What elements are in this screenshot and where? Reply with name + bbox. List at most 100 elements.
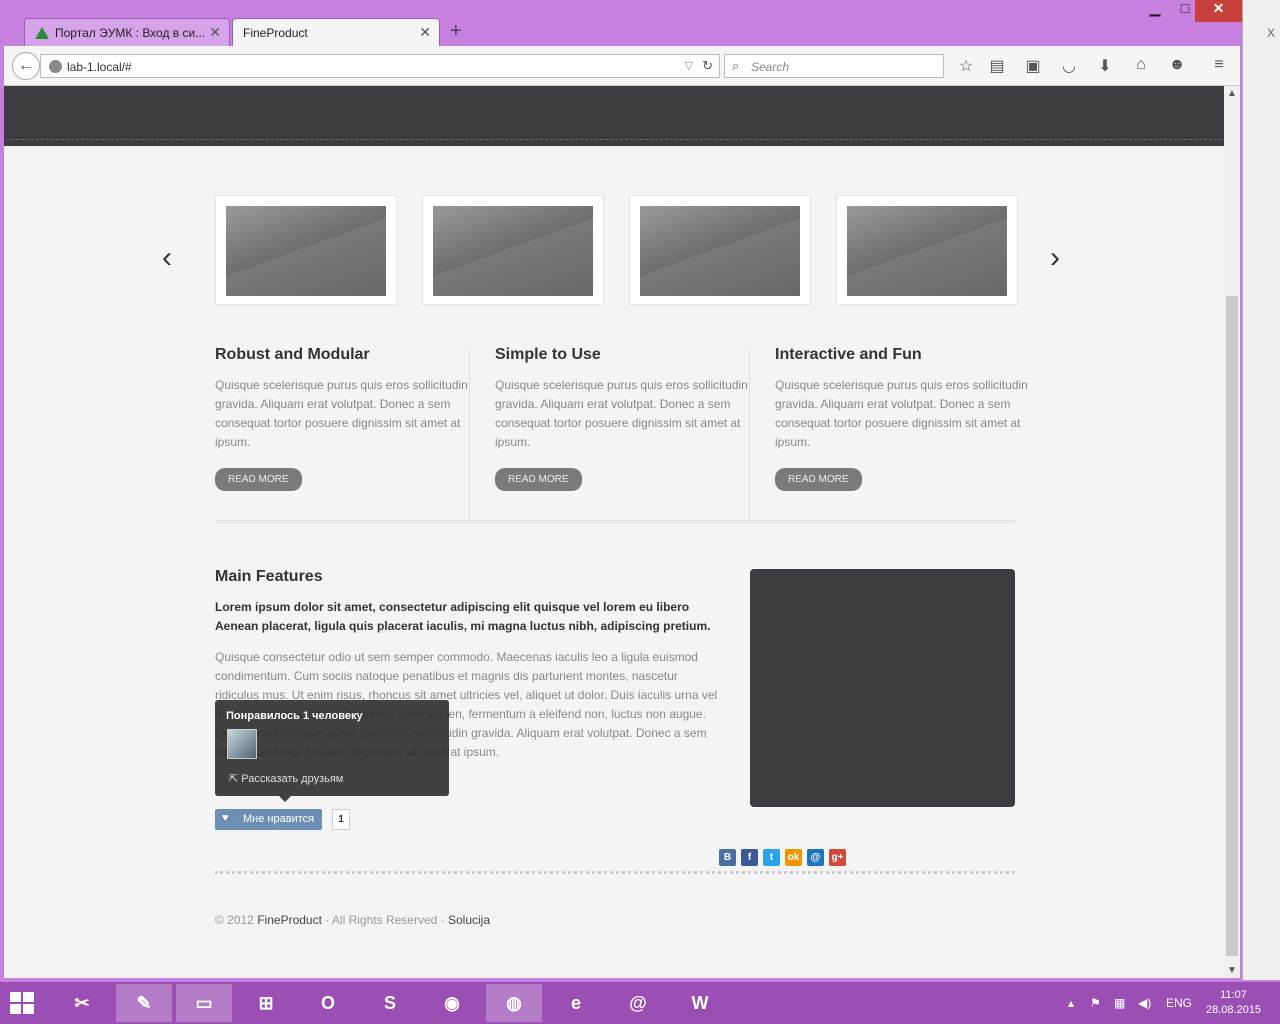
footer-rights: · All Rights Reserved · — [321, 913, 448, 927]
footer: © 2012 FineProduct · All Rights Reserved… — [215, 913, 490, 927]
like-popup-title: Понравилось 1 человеку — [226, 710, 363, 722]
tab-close-icon[interactable]: ✕ — [209, 24, 221, 41]
portal-favicon-icon — [35, 27, 49, 39]
clock-time: 11:07 — [1220, 989, 1247, 1001]
tab-close-icon[interactable]: ✕ — [419, 24, 431, 41]
footer-copyright: © 2012 — [215, 913, 258, 927]
hello-icon[interactable]: ☻ — [1167, 56, 1187, 76]
facebook-share-icon[interactable]: f — [741, 849, 758, 866]
language-indicator[interactable]: ENG — [1166, 996, 1192, 1010]
vk-share-icon[interactable]: B — [719, 849, 736, 866]
page-scrollbar[interactable]: ▲ ▼ — [1224, 86, 1240, 978]
volume-icon[interactable]: ◀) — [1138, 996, 1151, 1010]
thumbnail-image — [640, 206, 800, 296]
menu-icon[interactable]: ≡ — [1209, 56, 1229, 76]
odnoklassniki-share-icon[interactable]: ok — [785, 849, 802, 866]
like-popup: Понравилось 1 человеку ⇱ Рассказать друз… — [215, 700, 449, 802]
url-text: lab-1.local/# — [67, 60, 132, 74]
bookmark-star-icon[interactable]: ☆ — [956, 56, 976, 76]
firefox-app-icon[interactable]: ◍ — [486, 984, 542, 1022]
url-bar[interactable]: lab-1.local/# ▽ ↻ — [40, 54, 720, 78]
avatar[interactable] — [227, 729, 257, 759]
windows-logo-icon — [10, 1004, 21, 1014]
column-title: Robust and Modular — [215, 346, 370, 363]
tab-bar: Портал ЭУМК : Вход в си... ✕ FineProduct… — [0, 0, 1242, 46]
mailru-share-icon[interactable]: @ — [807, 849, 824, 866]
start-button[interactable] — [10, 992, 34, 1014]
paint-app-icon[interactable]: ✂ — [54, 984, 110, 1022]
carousel-thumbnail[interactable] — [215, 195, 397, 305]
header-dashed-line — [6, 139, 1222, 140]
like-count: 1 — [332, 809, 350, 830]
share-icon: ⇱ — [229, 773, 242, 785]
tray-expand-icon[interactable]: ▴ — [1068, 996, 1074, 1010]
word-app-icon[interactable]: W — [672, 984, 728, 1022]
like-button[interactable]: ♥ Мне нравится — [215, 809, 322, 830]
network-icon[interactable]: ▦ — [1114, 996, 1125, 1010]
skype-app-icon[interactable]: S — [362, 984, 418, 1022]
home-icon[interactable]: ⌂ — [1131, 56, 1151, 76]
read-more-button[interactable]: READ MORE — [495, 468, 582, 491]
chrome-app-icon[interactable]: ◉ — [424, 984, 480, 1022]
footer-brand-link[interactable]: FineProduct — [257, 913, 322, 927]
nav-toolbar: ← lab-1.local/# ▽ ↻ ⌕ Search ☆ ▤ ▣ ◡ ⬇ ⌂… — [4, 46, 1240, 86]
reload-icon[interactable]: ↻ — [702, 58, 713, 74]
windows-logo-icon — [23, 1004, 34, 1014]
network-app-icon[interactable]: ⊞ — [238, 984, 294, 1022]
column-text: Quisque scelerisque purus quis eros soll… — [495, 378, 748, 449]
outlook-app-icon[interactable]: O — [300, 984, 356, 1022]
explorer-app-icon[interactable]: ▭ — [176, 984, 232, 1022]
history-dropdown-icon[interactable]: ▽ — [685, 59, 693, 72]
tab-label: FineProduct — [243, 26, 308, 40]
carousel-thumbnail[interactable] — [836, 195, 1018, 305]
search-input[interactable]: ⌕ Search — [724, 54, 944, 78]
column-divider — [469, 348, 470, 520]
share-link[interactable]: ⇱ Рассказать друзьям — [229, 772, 343, 785]
column-text: Quisque scelerisque purus quis eros soll… — [775, 378, 1028, 449]
scrollbar-thumb[interactable] — [1226, 296, 1238, 956]
ie-app-icon[interactable]: e — [548, 984, 604, 1022]
back-button[interactable]: ← — [12, 52, 40, 80]
read-more-button[interactable]: READ MORE — [775, 468, 862, 491]
close-window-button[interactable]: ✕ — [1195, 0, 1242, 22]
notepad-app-icon[interactable]: ✎ — [116, 984, 172, 1022]
share-label: Рассказать друзьям — [241, 773, 344, 785]
read-more-button[interactable]: READ MORE — [215, 468, 302, 491]
carousel-prev-button[interactable]: ‹ — [162, 241, 172, 275]
features-title: Main Features — [215, 568, 323, 585]
popup-arrow — [279, 796, 291, 802]
scroll-up-icon[interactable]: ▲ — [1227, 88, 1237, 99]
tab-label: Портал ЭУМК : Вход в си... — [55, 26, 206, 40]
column-text: Quisque scelerisque purus quis eros soll… — [215, 378, 468, 449]
close-icon[interactable]: X — [1267, 26, 1275, 40]
flag-icon[interactable]: ⚑ — [1090, 996, 1101, 1010]
reader-icon[interactable]: ▣ — [1023, 56, 1043, 76]
tab-portal[interactable]: Портал ЭУМК : Вход в си... ✕ — [24, 18, 230, 46]
thumbnail-image — [847, 206, 1007, 296]
download-icon[interactable]: ⬇ — [1095, 56, 1115, 76]
column-title: Simple to Use — [495, 346, 601, 363]
clock-date: 28.08.2015 — [1206, 1004, 1262, 1016]
windows-logo-icon — [23, 992, 34, 1002]
tab-fineproduct[interactable]: FineProduct ✕ — [232, 18, 440, 46]
browser-window: Портал ЭУМК : Вход в си... ✕ FineProduct… — [0, 0, 1242, 980]
thumbnail-image — [433, 206, 593, 296]
feature-column-robust: Robust and Modular Quisque scelerisque p… — [215, 346, 470, 491]
googleplus-share-icon[interactable]: g+ — [829, 849, 846, 866]
pocket-icon[interactable]: ◡ — [1059, 56, 1079, 76]
globe-icon — [49, 60, 62, 73]
twitter-share-icon[interactable]: t — [763, 849, 780, 866]
carousel-thumbnail[interactable] — [422, 195, 604, 305]
carousel-thumbnail[interactable] — [629, 195, 811, 305]
minimize-button[interactable]: ▁ — [1140, 0, 1170, 22]
clock[interactable]: 11:07 28.08.2015 — [1206, 988, 1261, 1018]
footer-solucija-link[interactable]: Solucija — [448, 913, 490, 927]
carousel-next-button[interactable]: › — [1050, 241, 1060, 275]
web-page: ‹ › Robust and Modular Quisque scelerisq… — [4, 86, 1224, 978]
mail-agent-app-icon[interactable]: @ — [610, 984, 666, 1022]
search-placeholder: Search — [751, 60, 790, 74]
new-tab-button[interactable]: + — [450, 20, 462, 43]
scroll-down-icon[interactable]: ▼ — [1227, 965, 1237, 976]
background-window-edge: X — [1242, 0, 1280, 980]
bookmarks-list-icon[interactable]: ▤ — [987, 56, 1007, 76]
